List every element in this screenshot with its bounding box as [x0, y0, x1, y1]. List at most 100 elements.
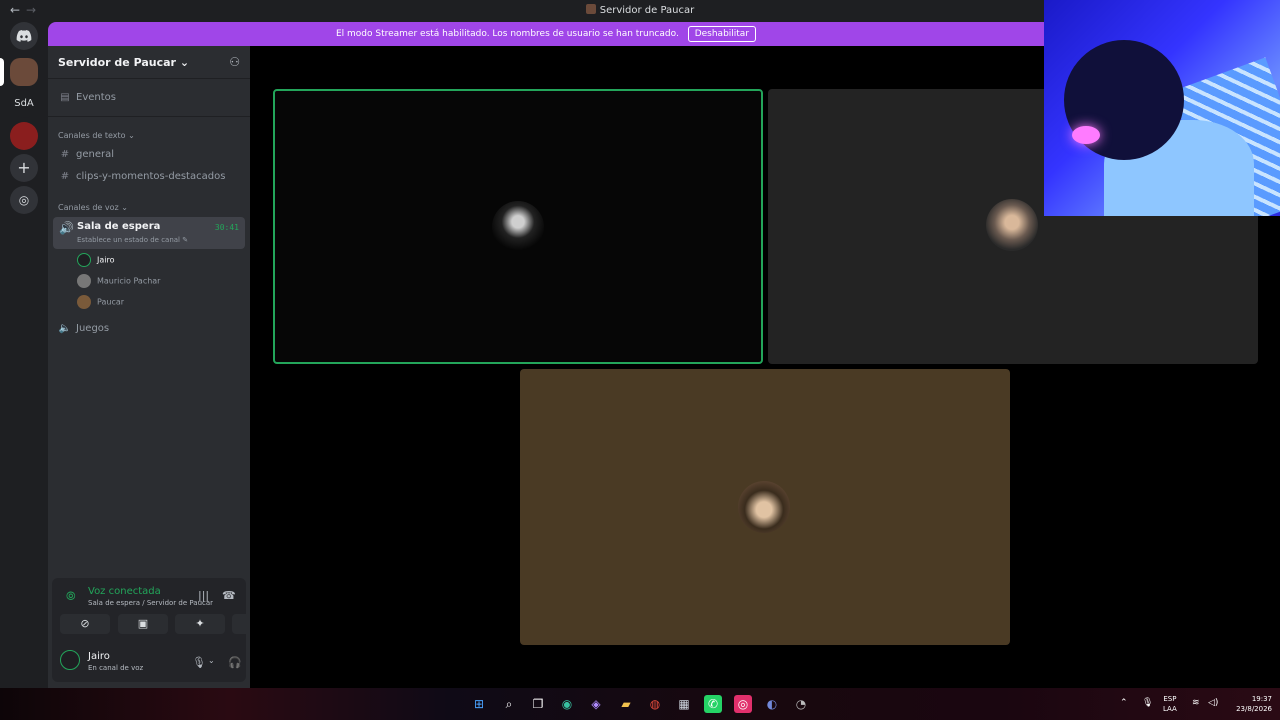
video-tile[interactable]: [520, 369, 1010, 645]
channel-sidebar: Servidor de Paucar ⌄ ⚇ ▤ Eventos Canales …: [48, 46, 282, 688]
search-icon[interactable]: ⌕: [500, 695, 518, 713]
wifi-icon[interactable]: ≋: [1192, 698, 1200, 708]
voice-channel-juegos-label: Juegos: [76, 323, 110, 334]
volume-icon[interactable]: ◁): [1208, 698, 1218, 708]
headphones-icon[interactable]: 🎧: [228, 656, 242, 669]
channel-clips[interactable]: # clips-y-momentos-destacados: [58, 171, 226, 182]
avatar: [77, 295, 91, 309]
voice-member[interactable]: Jairo: [77, 253, 115, 267]
header-divider: [48, 78, 250, 79]
voice-category[interactable]: Canales de voz ⌄: [58, 203, 128, 212]
server-icon: [585, 4, 596, 14]
clock-date: 23/8/2026: [1236, 705, 1272, 713]
window-title-text: Servidor de Paucar: [599, 5, 695, 16]
camera-off-button[interactable]: ⊘: [60, 614, 110, 634]
store-icon[interactable]: ▦: [675, 695, 693, 713]
hash-icon: #: [60, 171, 70, 182]
noise-suppression-icon[interactable]: |||: [198, 589, 209, 602]
activities-icon: ✦: [195, 617, 205, 630]
voice-channel-juegos[interactable]: 🔈 Juegos: [58, 323, 109, 334]
voice-member[interactable]: Paucar: [77, 295, 124, 309]
obs-icon[interactable]: ◔: [792, 695, 810, 713]
windows-start-icon[interactable]: ⊞: [470, 695, 488, 713]
chrome-icon[interactable]: ◍: [646, 695, 664, 713]
add-server-icon[interactable]: +: [10, 154, 38, 182]
voice-channel-name: Sala de espera: [77, 221, 161, 232]
user-status: En canal de voz: [88, 664, 144, 672]
events-divider: [48, 116, 250, 117]
taskbar: ⊞ ⌕ ❐ ◉ ◈ ▰ ◍ ▦ ✆ ◎ ◐ ◔ ⌃ 🎙 ESP LAA ≋ ◁) …: [0, 688, 1280, 720]
voice-member[interactable]: Mauricio Pachar: [77, 274, 160, 288]
hash-icon: #: [60, 149, 70, 160]
text-category-label: Canales de texto: [58, 131, 126, 140]
instagram-icon[interactable]: ◎: [734, 695, 752, 713]
avatar: [492, 201, 544, 253]
clock-time: 19:37: [1251, 695, 1272, 703]
avatar: [77, 274, 91, 288]
invite-people-icon[interactable]: ⚇: [229, 55, 240, 69]
server-red-icon[interactable]: [10, 122, 38, 150]
channel-general[interactable]: # general: [58, 149, 114, 160]
text-category[interactable]: Canales de texto ⌄: [58, 131, 135, 140]
member-name: Mauricio Pachar: [97, 276, 161, 286]
disable-streamer-button[interactable]: Deshabilitar: [687, 25, 757, 42]
keyboard-layout: LAA: [1163, 705, 1177, 713]
voice-status[interactable]: Voz conectada: [88, 586, 161, 597]
screen-share-button[interactable]: ▣: [118, 614, 168, 634]
calendar-icon: ▤: [60, 92, 70, 103]
user-name[interactable]: Jairo: [88, 651, 110, 662]
camera-off-icon: ⊘: [80, 617, 90, 630]
chevron-up-icon[interactable]: ⌃: [1120, 698, 1128, 708]
server-name-text: Servidor de Paucar: [58, 56, 176, 69]
user-avatar[interactable]: [60, 650, 80, 670]
voice-timer: 30:41: [214, 223, 239, 232]
channel-status-text: Establece un estado de canal: [77, 236, 181, 244]
channel-general-label: general: [76, 149, 115, 160]
server-rail: SdA + ◎: [0, 22, 48, 688]
voice-channel-sala-de-espera[interactable]: 🔊 Sala de espera Establece un estado de …: [53, 217, 245, 249]
events-item[interactable]: ▤ Eventos: [58, 92, 116, 103]
speaker-icon: 🔊: [59, 221, 74, 235]
language-code: ESP: [1163, 695, 1177, 703]
edge-icon[interactable]: ◉: [558, 695, 576, 713]
explore-icon[interactable]: ◎: [10, 186, 38, 214]
chevron-down-icon: ⌄: [179, 56, 190, 69]
video-tile-speaking[interactable]: [273, 89, 763, 364]
voice-connection-panel: ⦾ Voz conectada Sala de espera / Servido…: [52, 578, 282, 682]
discord-logo-icon[interactable]: [10, 22, 38, 50]
avatar: [986, 199, 1038, 251]
signal-icon: ⦾: [66, 589, 76, 603]
screen-share-icon: ▣: [137, 617, 149, 630]
headset-light: [1072, 126, 1100, 144]
task-view-icon[interactable]: ❐: [529, 695, 547, 713]
avatar: [77, 253, 91, 267]
active-server-pill: [0, 58, 4, 86]
voice-category-label: Canales de voz: [58, 203, 119, 212]
server-sda[interactable]: SdA: [10, 90, 38, 118]
server-name[interactable]: Servidor de Paucar ⌄: [58, 56, 189, 69]
pencil-icon: ✎: [182, 236, 189, 244]
microphone-icon[interactable]: 🎙: [1142, 698, 1153, 708]
discord-window: ← → Servidor de Paucar SdA + ◎ El modo S…: [0, 0, 1280, 688]
speaker-icon: 🔈: [58, 323, 72, 334]
whatsapp-icon[interactable]: ✆: [704, 695, 722, 713]
member-name: Jairo: [97, 255, 115, 265]
input-language[interactable]: ESP LAA: [1163, 694, 1177, 714]
server-paucar-icon[interactable]: [10, 58, 38, 86]
channel-status-prompt[interactable]: Establece un estado de canal ✎: [77, 236, 188, 244]
chevron-down-icon[interactable]: ⌄: [208, 656, 215, 665]
copilot-icon[interactable]: ◈: [587, 695, 605, 713]
microphone-icon[interactable]: 🎙: [192, 656, 206, 669]
file-explorer-icon[interactable]: ▰: [617, 695, 635, 713]
streamer-mode-banner: El modo Streamer está habilitado. Los no…: [48, 22, 1044, 46]
banner-text: El modo Streamer está habilitado. Los no…: [335, 29, 679, 39]
channel-clips-label: clips-y-momentos-destacados: [76, 171, 226, 182]
disconnect-icon[interactable]: ☎: [222, 589, 236, 602]
voice-location[interactable]: Sala de espera / Servidor de Paucar: [88, 599, 213, 607]
activities-button[interactable]: ✦: [175, 614, 225, 634]
discord-icon[interactable]: ◐: [763, 695, 781, 713]
clock[interactable]: 19:37 23/8/2026: [1228, 694, 1272, 714]
avatar: [738, 481, 790, 533]
events-label: Eventos: [76, 92, 116, 103]
member-name: Paucar: [97, 297, 125, 307]
